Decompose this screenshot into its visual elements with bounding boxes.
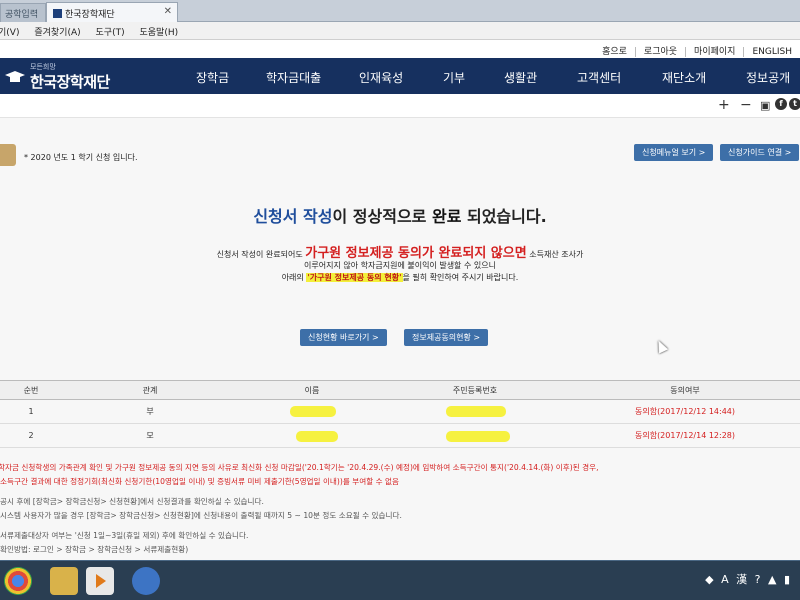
home-link[interactable]: 홈으로 bbox=[594, 47, 635, 57]
note-gray-1: 공시 후에 [장학금> 장학금신청> 신청현황]에서 신청결과를 확인하실 수 … bbox=[0, 497, 264, 506]
warning-line-1-red: 가구원 정보제공 동의가 완료되지 않으면 bbox=[305, 246, 527, 261]
internet-explorer-icon[interactable] bbox=[132, 567, 160, 595]
note-gray-3: 서류제출대상자 여부는 '신청 1일~3일(휴일 제외) 후에 확인하실 수 있… bbox=[0, 531, 249, 540]
row-relation: 모 bbox=[146, 431, 154, 440]
guide-button[interactable]: 신청가이드 연결 > bbox=[720, 144, 800, 161]
tray-ime-hanja-icon[interactable]: 漢 bbox=[736, 573, 747, 586]
media-player-icon[interactable] bbox=[86, 567, 114, 595]
browser-tab-strip: 공학입력 한국장학재단 ✕ bbox=[0, 0, 800, 22]
warning-line-3-highlight: '가구원 정보제공 동의 현황' bbox=[306, 273, 403, 282]
header-no: 순번 bbox=[23, 385, 39, 395]
nav-about[interactable]: 재단소개 bbox=[662, 69, 706, 86]
mypage-link[interactable]: 마이페이지 bbox=[685, 47, 744, 57]
note-gray-2: 시스템 사용자가 많을 경우 [장학금> 장학금신청> 신청현황]에 신청내용이… bbox=[0, 511, 402, 520]
header-relation: 관계 bbox=[142, 385, 158, 395]
row-no: 1 bbox=[28, 407, 34, 416]
nav-talent[interactable]: 인재육성 bbox=[359, 69, 403, 86]
application-status-button[interactable]: 신청현황 바로가기 > bbox=[300, 329, 387, 346]
site-favicon-icon bbox=[53, 9, 62, 18]
windows-taskbar: ◆ A 漢 ? ▲ ▮ bbox=[0, 560, 800, 600]
tray-flag-icon[interactable]: ▮ bbox=[784, 573, 790, 586]
table-row: 1 부 동의함(2017/12/12 14:44) bbox=[0, 400, 800, 424]
header-rrn: 주민등록번호 bbox=[452, 385, 498, 395]
table-row: 2 모 동의함(2017/12/14 12:28) bbox=[0, 424, 800, 448]
headline-part4: 되었습니다. bbox=[461, 207, 547, 226]
nav-donation[interactable]: 기부 bbox=[443, 69, 465, 86]
browser-menu-bar: 기(V) 즐겨찾기(A) 도구(T) 도움말(H) bbox=[0, 22, 800, 40]
manual-button[interactable]: 신청메뉴얼 보기 > bbox=[634, 144, 714, 161]
row-relation: 부 bbox=[146, 407, 154, 416]
warning-line-3-post: 을 필히 확인하여 주시기 바랍니다. bbox=[402, 273, 519, 282]
headline-part1: 신청서 작성 bbox=[253, 207, 333, 226]
tab-close-icon[interactable]: ✕ bbox=[164, 6, 172, 17]
nav-student-loan[interactable]: 학자금대출 bbox=[266, 69, 321, 86]
folder-icon[interactable] bbox=[50, 567, 78, 595]
menu-favorites[interactable]: 즐겨찾기(A) bbox=[34, 28, 80, 38]
mouse-cursor-icon bbox=[653, 338, 669, 354]
system-tray: ◆ A 漢 ? ▲ ▮ bbox=[701, 571, 790, 587]
zoom-in-icon[interactable]: + bbox=[718, 97, 730, 113]
notice-row: * 2020 년도 1 학기 신청 입니다. 신청메뉴얼 보기 > 신청가이드 … bbox=[0, 144, 800, 168]
table-header: 순번 관계 이름 주민등록번호 동의여부 bbox=[0, 380, 800, 400]
browser-tab-inactive[interactable]: 공학입력 bbox=[0, 3, 46, 22]
tray-ime-a-icon[interactable]: A bbox=[721, 573, 729, 586]
browser-tab-active[interactable]: 한국장학재단 ✕ bbox=[46, 2, 178, 22]
menu-tools[interactable]: 도구(T) bbox=[96, 28, 125, 38]
redaction-rrn bbox=[446, 431, 510, 442]
note-red-2: 소득구간 결과에 대한 정정기회(최신화 신청기한(10영업일 이내) 및 증빙… bbox=[0, 477, 399, 486]
chrome-icon[interactable] bbox=[4, 567, 32, 595]
tray-network-icon[interactable]: ◆ bbox=[705, 573, 713, 586]
header-name: 이름 bbox=[304, 385, 320, 395]
menu-help[interactable]: 도움말(H) bbox=[140, 28, 179, 38]
print-icon[interactable]: ▣ bbox=[760, 99, 770, 112]
row-no: 2 bbox=[28, 431, 34, 440]
nav-dormitory[interactable]: 생활관 bbox=[504, 69, 537, 86]
warning-line-3-pre: 아래의 bbox=[281, 273, 307, 282]
twitter-icon[interactable]: t bbox=[789, 98, 800, 110]
note-red-1: 학자금 신청학생의 가족관계 확인 및 가구원 정보제공 동의 지연 등의 사유… bbox=[0, 463, 599, 472]
english-link[interactable]: ENGLISH bbox=[743, 47, 800, 57]
tray-help-icon[interactable]: ? bbox=[755, 573, 761, 586]
completion-headline: 신청서 작성이 정상적으로 완료 되었습니다. bbox=[0, 203, 800, 227]
zoom-out-icon[interactable]: − bbox=[740, 97, 752, 113]
menu-view[interactable]: 기(V) bbox=[0, 28, 19, 38]
warning-line-1-post: 소득재산 조사가 bbox=[526, 250, 584, 259]
semester-notice: * 2020 년도 1 학기 신청 입니다. bbox=[24, 153, 138, 162]
consent-status-button[interactable]: 정보제공동의현황 > bbox=[404, 329, 489, 346]
facebook-icon[interactable]: f bbox=[775, 98, 787, 110]
redaction-rrn bbox=[446, 406, 506, 417]
warning-line-2: 이루어지지 않아 학자금지원에 불이익이 발생할 수 있으니 bbox=[304, 261, 496, 270]
row-consent: 동의함(2017/12/14 12:28) bbox=[634, 431, 736, 440]
tool-row: + − ▣ f t bbox=[0, 94, 800, 118]
warning-line-3: 아래의 '가구원 정보제공 동의 현황'을 필히 확인하여 주시기 바랍니다. bbox=[0, 272, 800, 283]
headline-part2: 이 정상적으로 bbox=[332, 207, 432, 226]
browser-tab-title: 한국장학재단 bbox=[65, 10, 115, 20]
logout-link[interactable]: 로그아웃 bbox=[634, 47, 686, 57]
headline-part3: 완료 bbox=[431, 207, 462, 226]
row-consent: 동의함(2017/12/12 14:44) bbox=[634, 407, 736, 416]
warning-line-1-pre: 신청서 작성이 완료되어도 bbox=[216, 250, 306, 259]
graduation-cap-icon bbox=[5, 71, 25, 82]
main-nav-bar: 모든희망 한국장학재단 장학금 학자금대출 인재육성 기부 생활관 고객센터 재… bbox=[0, 58, 800, 94]
nav-disclosure[interactable]: 정보공개 bbox=[746, 69, 790, 86]
logo-name: 한국장학재단 bbox=[30, 73, 110, 91]
note-gray-4: 확인방법: 로그인 > 장학금 > 장학금신청 > 서류제출현황) bbox=[0, 545, 189, 554]
tray-expand-icon[interactable]: ▲ bbox=[768, 573, 776, 586]
main-content: * 2020 년도 1 학기 신청 입니다. 신청메뉴얼 보기 > 신청가이드 … bbox=[0, 118, 800, 560]
nav-customer-center[interactable]: 고객센터 bbox=[577, 69, 621, 86]
header-consent: 동의여부 bbox=[670, 385, 700, 395]
notice-badge-icon bbox=[0, 144, 16, 166]
consent-table: 순번 관계 이름 주민등록번호 동의여부 1 부 동의함(2017/12/12 … bbox=[0, 380, 800, 448]
redaction-name bbox=[296, 431, 338, 442]
redaction-name bbox=[290, 406, 336, 417]
utility-bar: 홈으로 로그아웃 마이페이지 ENGLISH bbox=[0, 40, 800, 58]
warning-line-1: 신청서 작성이 완료되어도 가구원 정보제공 동의가 완료되지 않으면 소득재산… bbox=[0, 242, 800, 261]
nav-scholarship[interactable]: 장학금 bbox=[196, 69, 229, 86]
